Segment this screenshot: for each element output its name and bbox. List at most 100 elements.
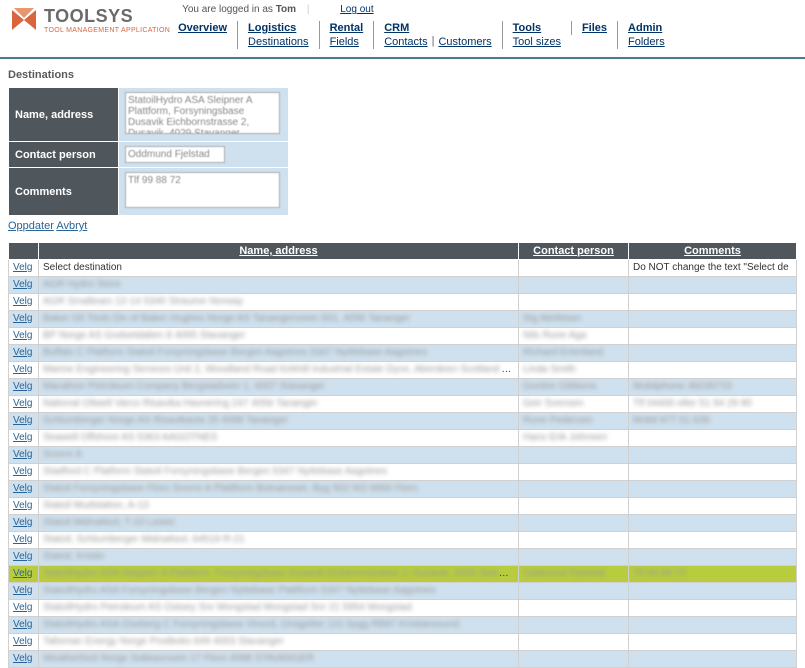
cell-name: Stadford C Platform Statoil Forsyningsba…	[39, 464, 519, 481]
label-name-address: Name, address	[9, 88, 119, 142]
nav-group-rental: RentalFields	[319, 21, 374, 49]
contact-person-input[interactable]	[125, 146, 225, 163]
update-button[interactable]: Oppdater	[8, 220, 54, 232]
table-row: Velg Stadford C Platform Statoil Forsynin…	[9, 464, 797, 481]
cell-contact: Gordon Gibbons	[519, 379, 629, 396]
th-velg	[9, 243, 39, 260]
velg-link[interactable]: Velg	[13, 398, 32, 409]
nav-sub-destinations[interactable]: Destinations	[248, 35, 309, 49]
cell-name: StatoilHydro Petroleum AS Ostoey Snr Mon…	[39, 600, 519, 617]
cell-name: Statoil, Kristin	[39, 549, 519, 566]
comments-input[interactable]	[125, 172, 280, 208]
cell-comment: Do NOT change the text "Select de	[629, 260, 797, 277]
velg-link[interactable]: Velg	[13, 262, 32, 273]
cell-contact	[519, 277, 629, 294]
velg-link[interactable]: Velg	[13, 466, 32, 477]
velg-link[interactable]: Velg	[13, 568, 32, 579]
nav-tools[interactable]: Tools	[513, 21, 561, 35]
cell-name: Buffalo C Platform Statoil Forsyningsbas…	[39, 345, 519, 362]
nav-crm[interactable]: CRM	[384, 21, 491, 35]
cell-comment	[629, 481, 797, 498]
logo-icon	[8, 4, 40, 36]
app-header: TOOLSYS TOOL MANAGEMENT APPLICATION You …	[0, 0, 805, 59]
th-contact-person[interactable]: Contact person	[519, 243, 629, 260]
velg-link[interactable]: Velg	[13, 636, 32, 647]
cell-name: Select destination	[39, 260, 519, 277]
velg-link[interactable]: Velg	[13, 330, 32, 341]
velg-link[interactable]: Velg	[13, 313, 32, 324]
velg-link[interactable]: Velg	[13, 483, 32, 494]
form-actions: Oppdater Avbryt	[0, 216, 805, 242]
brand-name: TOOLSYS	[44, 6, 170, 27]
cell-comment	[629, 464, 797, 481]
velg-link[interactable]: Velg	[13, 432, 32, 443]
velg-link[interactable]: Velg	[13, 381, 32, 392]
velg-link[interactable]: Velg	[13, 517, 32, 528]
velg-link[interactable]: Velg	[13, 500, 32, 511]
nav-rental[interactable]: Rental	[330, 21, 364, 35]
velg-link[interactable]: Velg	[13, 347, 32, 358]
velg-link[interactable]: Velg	[13, 551, 32, 562]
cell-name: AGR Hydro Store	[39, 277, 519, 294]
cell-name: Statoil Midnattsol, T-10 Lester	[39, 515, 519, 532]
table-row: VelgStatoilHydro ASA Oseberg C Forsyning…	[9, 617, 797, 634]
table-row: VelgAGR Smalteam 12-14 5340 Straume Norw…	[9, 294, 797, 311]
cell-comment	[629, 328, 797, 345]
cell-comment	[629, 294, 797, 311]
velg-link[interactable]: Velg	[13, 653, 32, 664]
cell-comment	[629, 362, 797, 379]
velg-link[interactable]: Velg	[13, 602, 32, 613]
velg-link[interactable]: Velg	[13, 415, 32, 426]
cell-comment	[629, 617, 797, 634]
cell-comment	[629, 277, 797, 294]
login-status: You are logged in as Tom | Log out	[182, 4, 675, 15]
name-address-input[interactable]	[125, 92, 280, 134]
nav-files[interactable]: Files	[582, 21, 607, 35]
cell-name: Statoil, Schlumberger Midnattsol, 64519 …	[39, 532, 519, 549]
nav-sub-fields[interactable]: Fields	[330, 35, 359, 49]
cell-comment: Mobil 977 51 639	[629, 413, 797, 430]
label-contact-person: Contact person	[9, 142, 119, 168]
velg-link[interactable]: Velg	[13, 619, 32, 630]
table-row: VelgStatoil Forsyningsbase Floro Snorre …	[9, 481, 797, 498]
nav-sub-customers[interactable]: Customers	[438, 35, 491, 49]
cell-contact: Richard Ertenland	[519, 345, 629, 362]
nav-sub-contacts[interactable]: Contacts	[384, 35, 427, 49]
velg-link[interactable]: Velg	[13, 585, 32, 596]
table-row: VelgStatoilHydro ASA Sleipner A Plattfor…	[9, 566, 797, 583]
current-user: Tom	[276, 4, 296, 15]
nav-group-overview: Overview	[178, 21, 237, 35]
cancel-button[interactable]: Avbryt	[56, 220, 87, 232]
table-row: VelgStatoil Mudstation, A-13	[9, 498, 797, 515]
nav-admin[interactable]: Admin	[628, 21, 665, 35]
velg-link[interactable]: Velg	[13, 364, 32, 375]
th-comments[interactable]: Comments	[629, 243, 797, 260]
nav-sub-tool-sizes[interactable]: Tool sizes	[513, 35, 561, 49]
nav-logistics[interactable]: Logistics	[248, 21, 309, 35]
cell-comment	[629, 634, 797, 651]
nav-sub-folders[interactable]: Folders	[628, 35, 665, 49]
label-comments: Comments	[9, 168, 119, 216]
cell-name: Schlumberger Norge AS Risavikavta 25 409…	[39, 413, 519, 430]
table-row: VelgBaker Oil Tools Div of Baker Hughes …	[9, 311, 797, 328]
nav-overview[interactable]: Overview	[178, 21, 227, 35]
velg-link[interactable]: Velg	[13, 449, 32, 460]
cell-contact	[519, 464, 629, 481]
logout-link[interactable]: Log out	[340, 4, 373, 15]
table-row: Velg Select destination Do NOT change the …	[9, 260, 797, 277]
th-name-address[interactable]: Name, address	[39, 243, 519, 260]
cell-name: Seawell Offshore AS 5363 AAGOTNES	[39, 430, 519, 447]
destination-form: Name, address Contact person Comments	[8, 87, 289, 216]
main-nav: Overview LogisticsDestinations RentalField…	[178, 21, 675, 49]
cell-comment	[629, 600, 797, 617]
cell-name: Talisman Energy Norge Postboks 649 4003 …	[39, 634, 519, 651]
cell-comment: Tlf 99 88 72	[629, 566, 797, 583]
velg-link[interactable]: Velg	[13, 279, 32, 290]
cell-contact	[519, 447, 629, 464]
velg-link[interactable]: Velg	[13, 534, 32, 545]
table-row: VelgMarine Engineering Services Unit 2, …	[9, 362, 797, 379]
velg-link[interactable]: Velg	[13, 296, 32, 307]
cell-comment	[629, 447, 797, 464]
cell-contact: Sig Abriktsen	[519, 311, 629, 328]
table-row: Velg Buffalo C Platform Statoil Forsyning…	[9, 345, 797, 362]
